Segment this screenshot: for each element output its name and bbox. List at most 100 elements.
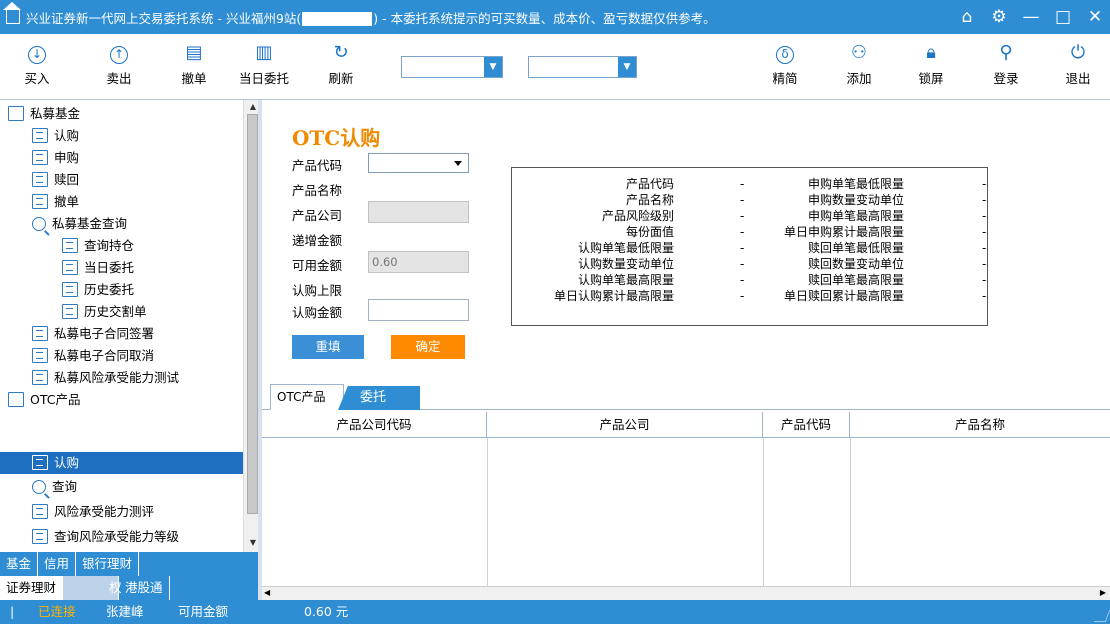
- title-prefix: 兴业证券新一代网上交易委托系统 - 兴业福州9站(: [26, 10, 302, 26]
- tree-node-otc-product[interactable]: OTC产品: [8, 389, 244, 411]
- login-label: 登录: [993, 71, 1019, 86]
- tree-item-otc-subscribe[interactable]: 认购: [0, 452, 244, 474]
- info-label: 产品代码: [625, 177, 674, 191]
- info-row: 认购单笔最高限量 - 赎回单笔最高限量 -: [512, 272, 989, 288]
- scroll-right-icon[interactable]: ▶: [1100, 588, 1106, 597]
- scrollbar-thumb[interactable]: [247, 114, 258, 514]
- info-row: 产品名称 - 申购数量变动单位 -: [512, 192, 989, 208]
- tree-item-purchase[interactable]: 申购: [32, 147, 244, 169]
- info-value: -: [740, 209, 745, 223]
- tree-item-contract-sign[interactable]: 私募电子合同签署: [32, 323, 244, 345]
- tree-label: 申购: [54, 150, 80, 165]
- info-label: 申购单笔最高限量: [807, 209, 904, 223]
- info-label: 单日认购累计最高限量: [553, 289, 674, 303]
- settings-icon[interactable]: ⚙: [990, 7, 1008, 27]
- tab-bank-wealth[interactable]: 银行理财: [76, 552, 140, 576]
- cancel-order-button[interactable]: ▤ 撤单: [169, 40, 219, 87]
- info-row: 产品风险级别 - 申购单笔最高限量 -: [512, 208, 989, 224]
- add-button[interactable]: ⚇ 添加: [834, 40, 884, 87]
- subscribe-limit-label: 认购上限: [292, 283, 343, 298]
- chart-icon: [8, 392, 24, 407]
- tree-item-contract-cancel[interactable]: 私募电子合同取消: [32, 345, 244, 367]
- column-header[interactable]: 产品名称: [850, 412, 1110, 438]
- minimize-button[interactable]: —: [1022, 7, 1040, 27]
- close-button[interactable]: ✕: [1086, 7, 1104, 27]
- search-icon: [32, 216, 46, 231]
- table-header: 产品公司代码 产品公司 产品代码 产品名称: [262, 412, 1110, 438]
- tab-securities-wealth[interactable]: 证券理财: [0, 576, 64, 600]
- login-button[interactable]: ⚲ 登录: [981, 40, 1031, 87]
- tab-hk-connect[interactable]: 港股通: [119, 576, 170, 600]
- tree-item-cancel[interactable]: 撤单: [32, 191, 244, 213]
- info-value: -: [982, 209, 987, 223]
- resize-grip[interactable]: [1093, 610, 1110, 622]
- product-code-select[interactable]: [368, 153, 469, 173]
- document-icon: [32, 172, 48, 187]
- home-button-icon[interactable]: ⌂: [958, 7, 976, 27]
- info-label: 赎回数量变动单位: [807, 257, 904, 271]
- lock-screen-button[interactable]: 🔒︎ 锁屏: [906, 40, 956, 87]
- column-header[interactable]: 产品公司: [487, 412, 763, 438]
- exit-button[interactable]: ⏻ 退出: [1053, 40, 1103, 87]
- tree-label: 风险承受能力测评: [54, 504, 155, 519]
- tab-credit[interactable]: 信用: [38, 552, 77, 576]
- document-icon: [32, 326, 48, 341]
- tree-item-subscribe[interactable]: 认购: [32, 125, 244, 147]
- document-icon: [32, 348, 48, 363]
- tree-item-redeem[interactable]: 赎回: [32, 169, 244, 191]
- account-select-2[interactable]: ▼: [528, 56, 637, 78]
- account-select-1[interactable]: ▼: [401, 56, 503, 78]
- column-header[interactable]: 产品代码: [763, 412, 850, 438]
- tree-item-otc-risk-level[interactable]: 查询风险承受能力等级: [32, 526, 244, 548]
- edit-document-icon: [32, 504, 48, 519]
- today-entrust-button[interactable]: ▥ 当日委托: [236, 40, 292, 87]
- tree-item-risk-test[interactable]: 私募风险承受能力测试: [32, 367, 244, 389]
- info-value: -: [982, 273, 987, 287]
- subscribe-amount-input[interactable]: [368, 299, 469, 321]
- confirm-button[interactable]: 确定: [391, 335, 465, 359]
- available-amount-status-value: 0.60 元: [304, 604, 349, 619]
- tree-item-history-delivery[interactable]: 历史交割单: [62, 301, 244, 323]
- column-header[interactable]: 产品公司代码: [262, 412, 487, 438]
- bottom-tabs-row1: 基金 信用 银行理财: [0, 552, 262, 576]
- tree-item-otc-query[interactable]: 查询: [32, 476, 244, 498]
- tree-item-otc-risk-test[interactable]: 风险承受能力测评: [32, 501, 244, 523]
- product-name-label: 产品名称: [292, 183, 343, 198]
- maximize-button[interactable]: □: [1054, 7, 1072, 27]
- tree-item-today-entrust[interactable]: 当日委托: [62, 257, 244, 279]
- available-amount-status-label: 可用金额: [178, 604, 229, 619]
- info-label: 申购单笔最低限量: [807, 177, 904, 191]
- info-value: -: [982, 289, 987, 303]
- refresh-button[interactable]: ↻ 刷新: [316, 40, 366, 87]
- buy-button[interactable]: ↓ 买入: [12, 40, 62, 87]
- simple-mode-button[interactable]: δ 精简: [760, 40, 810, 87]
- tree-node-private-fund-query[interactable]: 私募基金查询: [32, 213, 244, 235]
- tab-entrust[interactable]: 委托: [338, 386, 420, 410]
- table-horizontal-scrollbar[interactable]: ◀ ▶: [262, 586, 1110, 600]
- scroll-left-icon[interactable]: ◀: [264, 588, 270, 597]
- info-value: -: [740, 241, 745, 255]
- reset-button[interactable]: 重填: [292, 335, 364, 359]
- chevron-down-icon: [454, 161, 462, 166]
- info-label: 产品名称: [625, 193, 674, 207]
- tree-label: 查询风险承受能力等级: [54, 529, 180, 544]
- document-icon: [62, 260, 78, 275]
- info-value: -: [740, 289, 745, 303]
- tree-label: 查询: [52, 479, 78, 494]
- document-icon: [32, 455, 48, 470]
- tab-blurred[interactable]: 权: [63, 576, 122, 600]
- info-label: 每份面值: [625, 225, 674, 239]
- left-nav-panel: 私募基金 认购 申购 赎回 撤单 私募基金查询 查询持仓 当日委托 历史委托 历…: [0, 100, 262, 552]
- page-title: OTC认购: [292, 126, 381, 150]
- power-icon: ⏻: [1070, 42, 1086, 63]
- tree-item-history-entrust[interactable]: 历史委托: [62, 279, 244, 301]
- buy-label: 买入: [24, 71, 50, 86]
- tree-item-query-holdings[interactable]: 查询持仓: [62, 235, 244, 257]
- exit-label: 退出: [1065, 71, 1091, 86]
- sell-button[interactable]: ↑ 卖出: [94, 40, 144, 87]
- tab-otc-product[interactable]: OTC产品: [270, 384, 344, 410]
- tree-node-private-fund[interactable]: 私募基金: [8, 103, 244, 125]
- available-amount-field: 0.60: [368, 251, 469, 273]
- tab-fund[interactable]: 基金: [0, 552, 39, 576]
- info-value: -: [740, 225, 745, 239]
